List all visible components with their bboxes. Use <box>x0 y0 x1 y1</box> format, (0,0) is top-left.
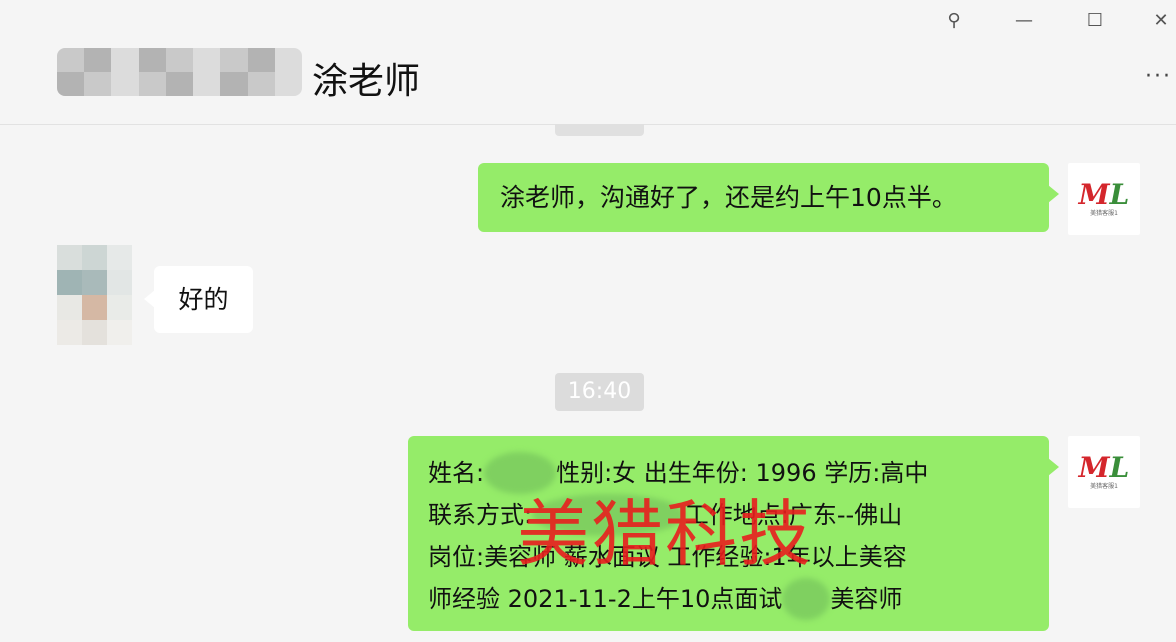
blurred-contact-name <box>57 48 302 96</box>
close-icon[interactable]: ✕ <box>1146 6 1176 36</box>
timestamp: 16:40 <box>555 373 644 411</box>
resume-line: 姓名:三三三性别:女 出生年份: 1996 学历:高中 <box>428 452 1029 494</box>
avatar-other[interactable] <box>57 245 132 345</box>
brand-logo-icon: ML <box>1078 451 1130 484</box>
resume-line: 岗位:美容师 薪水面议 工作经验:1年以上美容 <box>428 543 907 571</box>
maximize-icon[interactable]: ☐ <box>1080 6 1110 36</box>
redacted-name: 三三三 <box>484 452 557 494</box>
avatar-self[interactable]: ML 美猎客服1 <box>1068 436 1140 508</box>
pin-icon[interactable]: ⚲ <box>939 6 969 36</box>
timestamp-partial <box>555 124 644 136</box>
redacted-phone: 1111111111 <box>532 494 685 536</box>
chat-title: 涂老师 <box>312 61 421 102</box>
brand-logo-icon: ML <box>1078 178 1130 211</box>
avatar-caption: 美猎客服1 <box>1090 483 1118 490</box>
chat-header: ⚲ — ☐ ✕ 涂老师 ··· <box>0 0 1176 125</box>
avatar-caption: 美猎客服1 <box>1090 210 1118 217</box>
avatar-self[interactable]: ML 美猎客服1 <box>1068 163 1140 235</box>
redacted-store: 三三 <box>782 578 831 620</box>
resume-line: 联系方式:1111111111工作地点:广东--佛山 <box>428 494 1029 536</box>
minimize-icon[interactable]: — <box>1009 6 1039 36</box>
message-text: 涂老师，沟通好了，还是约上午10点半。 <box>500 183 957 212</box>
resume-line: 师经验 2021-11-2上午10点面试三三美容师 <box>428 578 1029 620</box>
message-bubble-self[interactable]: 涂老师，沟通好了，还是约上午10点半。 <box>478 163 1059 232</box>
message-bubble-other[interactable]: 好的 <box>144 266 253 333</box>
message-bubble-resume[interactable]: 姓名:三三三性别:女 出生年份: 1996 学历:高中 联系方式:1111111… <box>408 436 1059 631</box>
more-options-icon[interactable]: ··· <box>1145 64 1172 89</box>
message-text: 好的 <box>178 285 229 314</box>
